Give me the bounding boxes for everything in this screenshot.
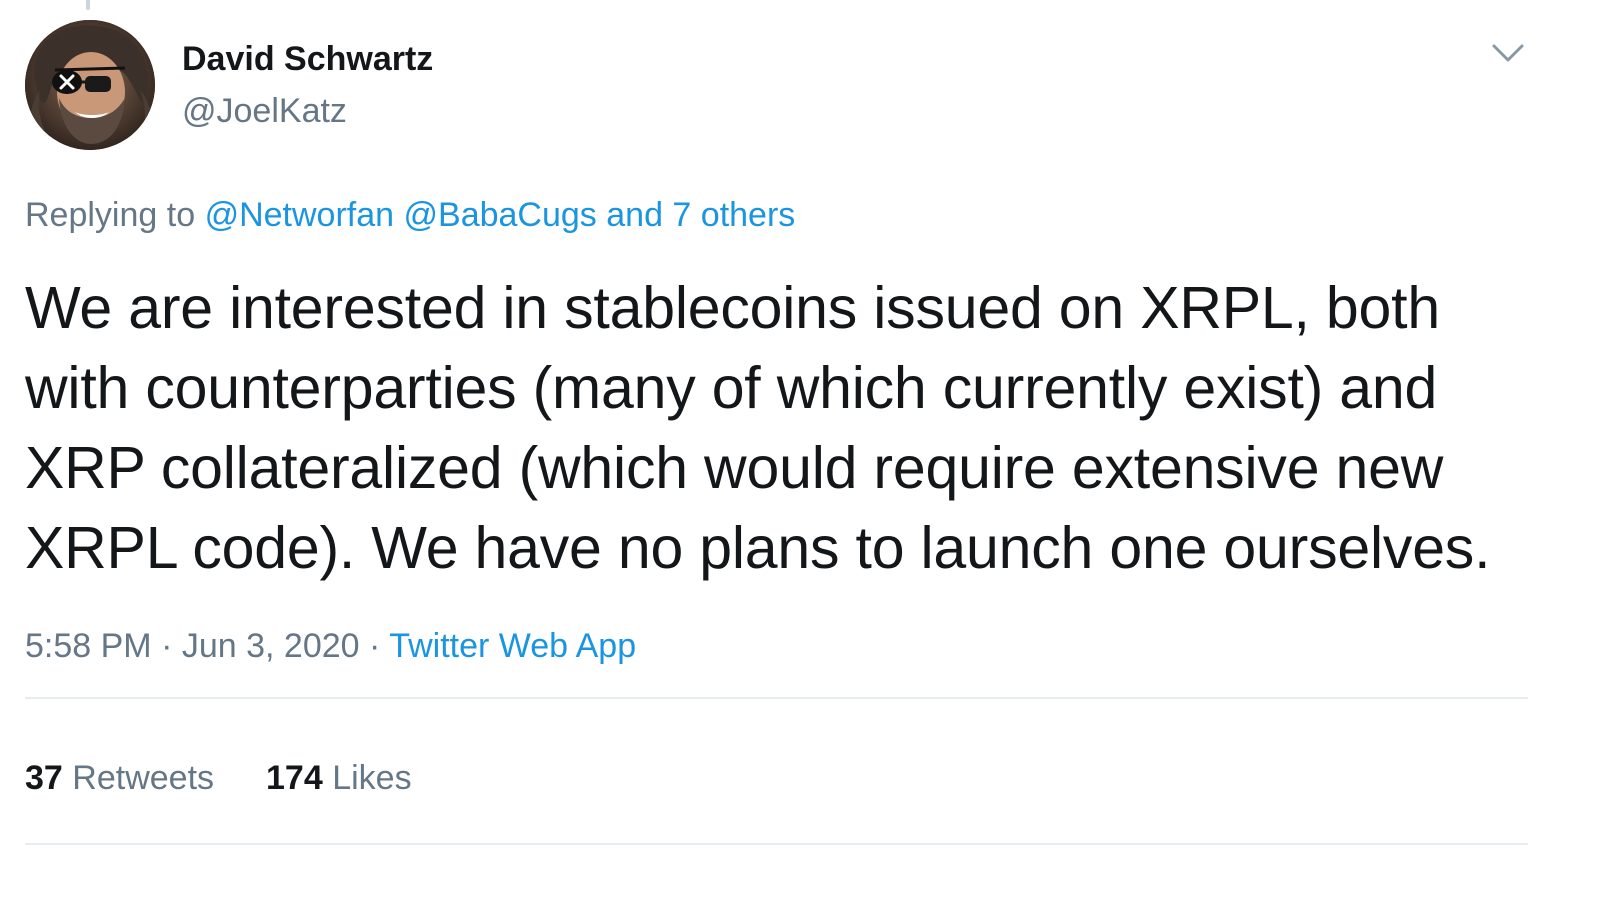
author-name[interactable]: David Schwartz bbox=[182, 38, 433, 80]
tweet-time[interactable]: 5:58 PM bbox=[25, 627, 152, 665]
mention-link[interactable]: @Networfan bbox=[205, 196, 394, 234]
replying-to: Replying to @Networfan @BabaCugs and 7 o… bbox=[25, 194, 795, 236]
tweet-source-link[interactable]: Twitter Web App bbox=[389, 627, 636, 665]
tweet-text-line: XRPL code). We have no plans to launch o… bbox=[25, 515, 1491, 581]
meta-separator: · bbox=[161, 627, 173, 665]
tweet-metadata: 5:58 PM · Jun 3, 2020 · Twitter Web App bbox=[25, 624, 636, 668]
likes-count: 174 bbox=[266, 759, 323, 797]
tweet-text-line: XRP collateralized (which would require … bbox=[25, 435, 1444, 501]
mention-link[interactable]: @BabaCugs bbox=[404, 196, 597, 234]
divider bbox=[25, 697, 1528, 699]
tweet-date[interactable]: Jun 3, 2020 bbox=[182, 627, 360, 665]
retweets-count: 37 bbox=[25, 759, 63, 797]
tweet-text-line: with counterparties (many of which curre… bbox=[25, 355, 1438, 421]
likes-label: Likes bbox=[332, 759, 412, 797]
meta-separator: · bbox=[369, 627, 381, 665]
likes-stat[interactable]: 174 Likes bbox=[266, 756, 412, 800]
thread-connector-line bbox=[86, 0, 90, 10]
retweets-stat[interactable]: 37 Retweets bbox=[25, 756, 214, 800]
avatar[interactable] bbox=[25, 20, 155, 150]
chevron-down-icon bbox=[1492, 44, 1524, 62]
author-handle[interactable]: @JoelKatz bbox=[182, 90, 347, 132]
others-link[interactable]: and 7 others bbox=[606, 196, 795, 234]
tweet-text: We are interested in stablecoins issued … bbox=[25, 268, 1565, 588]
tweet-text-line: We are interested in stablecoins issued … bbox=[25, 275, 1440, 341]
profile-photo-icon bbox=[25, 20, 155, 150]
divider bbox=[25, 843, 1528, 845]
retweets-label: Retweets bbox=[72, 759, 215, 797]
replying-to-label: Replying to bbox=[25, 196, 196, 234]
tweet-stats: 37 Retweets 174 Likes bbox=[25, 756, 464, 800]
more-options-button[interactable] bbox=[1488, 36, 1528, 70]
